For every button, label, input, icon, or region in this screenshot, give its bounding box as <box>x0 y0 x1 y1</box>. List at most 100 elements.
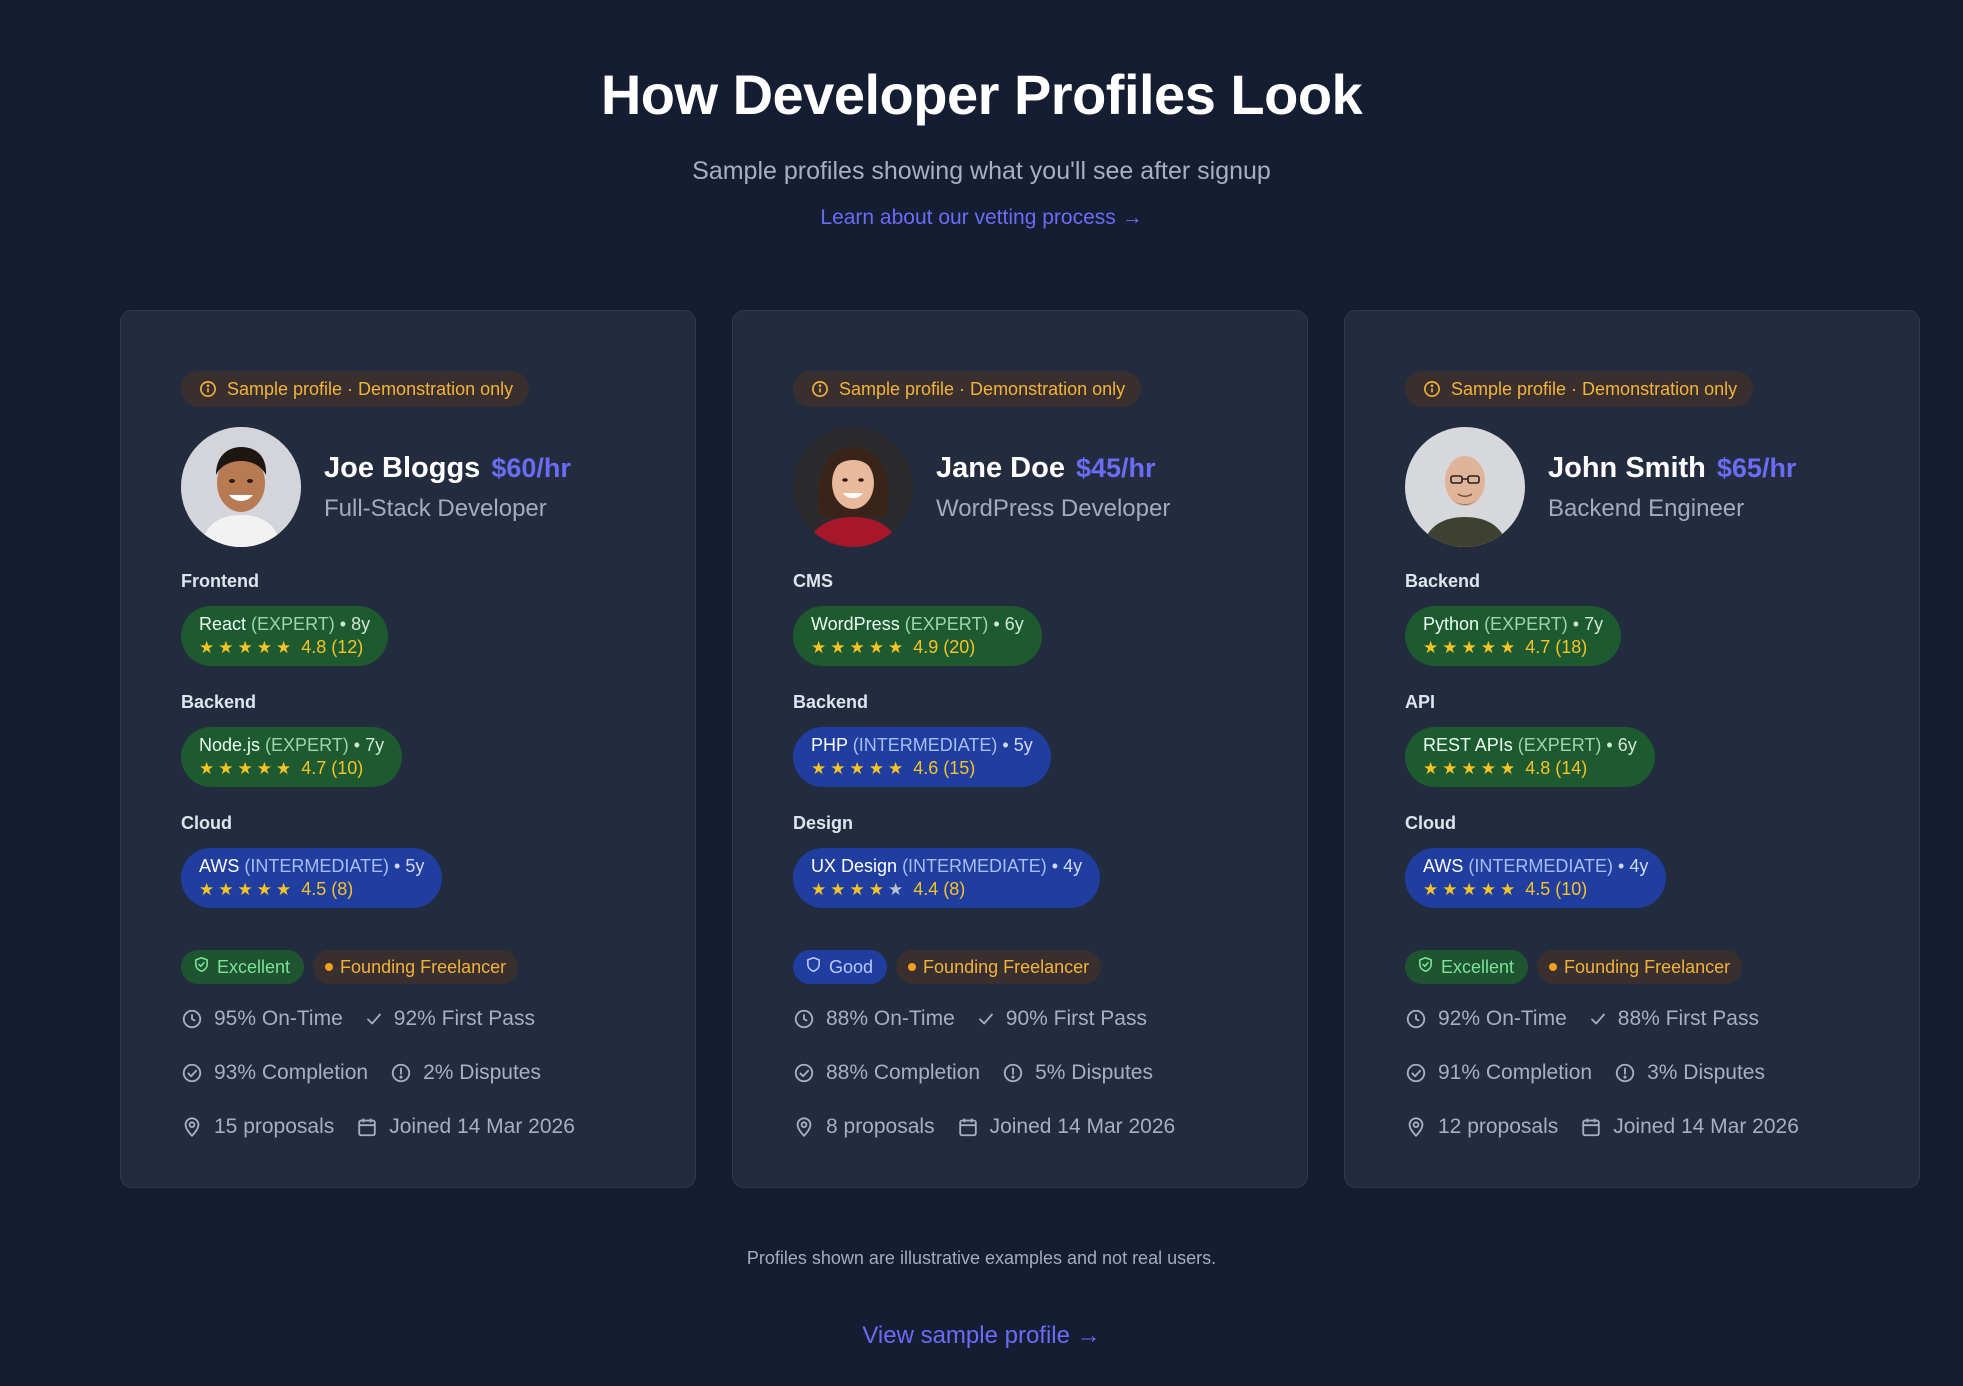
stats-row: 93% Completion 2% Disputes <box>181 1058 695 1088</box>
skill-chip[interactable]: AWS (INTERMEDIATE) • 4y ★★★★★ 4.5 (10) <box>1405 848 1667 908</box>
skill-chip[interactable]: Python (EXPERT) • 7y ★★★★★ 4.7 (18) <box>1405 606 1622 666</box>
developer-name[interactable]: Joe Bloggs <box>324 452 480 485</box>
view-sample-profile-link[interactable]: View sample profile → <box>0 1322 1963 1350</box>
skill-group: Design UX Design (INTERMEDIATE) • 4y ★★★★★… <box>793 813 1307 908</box>
clock-icon <box>1405 1008 1427 1030</box>
skill-chip[interactable]: Node.js (EXPERT) • 7y ★★★★★ 4.7 (10) <box>181 727 403 787</box>
founder-label: Founding Freelancer <box>923 956 1090 977</box>
shield-icon <box>1417 956 1434 978</box>
skill-chip[interactable]: AWS (INTERMEDIATE) • 5y ★★★★★ 4.5 (8) <box>181 848 443 908</box>
skill-years: 6y <box>1617 735 1637 755</box>
skill-name: WordPress <box>811 614 900 634</box>
name-block: Joe Bloggs $60/hr Full-Stack Developer <box>324 452 571 523</box>
page-subtitle: Sample profiles showing what you'll see … <box>692 157 1271 185</box>
skill-chip[interactable]: PHP (INTERMEDIATE) • 5y ★★★★★ 4.6 (15) <box>793 727 1051 787</box>
disputes-stat: 3% Disputes <box>1614 1061 1765 1085</box>
calendar-icon <box>957 1116 979 1138</box>
first-pass-stat: 92% First Pass <box>365 1007 535 1031</box>
developer-role: Backend Engineer <box>1548 494 1745 522</box>
skill-separator: • <box>1002 735 1009 755</box>
skill-level: (EXPERT) <box>251 614 335 634</box>
disclaimer-note: Profiles shown are illustrative examples… <box>746 1248 1217 1268</box>
stats-row: 15 proposals Joined 14 Mar 2026 <box>181 1112 695 1142</box>
shield-icon <box>193 956 210 978</box>
skill-level: (INTERMEDIATE) <box>1468 856 1614 876</box>
map-pin-icon <box>1405 1116 1427 1138</box>
avatar[interactable] <box>1405 427 1525 547</box>
on-time-stat: 88% On-Time <box>793 1007 955 1031</box>
profile-header: Joe Bloggs $60/hr Full-Stack Developer <box>181 427 695 547</box>
skill-category-label: CMS <box>793 571 833 591</box>
skill-group: Backend PHP (INTERMEDIATE) • 5y ★★★★★ 4.6 (… <box>793 692 1307 787</box>
hourly-rate: $65/hr <box>1716 452 1797 483</box>
skill-level: (EXPERT) <box>265 735 349 755</box>
joined-stat: Joined 14 Mar 2026 <box>1580 1115 1799 1139</box>
skill-level: (EXPERT) <box>1517 735 1602 755</box>
skill-separator: • <box>993 614 1000 634</box>
skill-group: Backend Python (EXPERT) • 7y ★★★★★ 4.7 (18) <box>1405 571 1919 666</box>
proposals-stat: 15 proposals <box>181 1115 334 1139</box>
map-pin-icon <box>793 1116 815 1138</box>
on-time-stat: 95% On-Time <box>181 1007 343 1031</box>
badge-row: Excellent Founding Freelancer <box>181 950 695 984</box>
map-pin-icon <box>181 1116 203 1138</box>
skill-category-label: Cloud <box>1405 813 1456 833</box>
skill-level: (EXPERT) <box>904 614 989 634</box>
skill-rating: 4.7 (10) <box>301 758 364 778</box>
skill-level: (INTERMEDIATE) <box>244 856 390 876</box>
skill-years: 7y <box>365 735 385 755</box>
skill-rating: 4.7 (18) <box>1525 637 1588 657</box>
developer-name[interactable]: Jane Doe <box>936 452 1065 485</box>
profile-card[interactable]: Sample profile · Demonstration only Jane… <box>732 310 1308 1188</box>
developer-name[interactable]: John Smith <box>1548 452 1706 485</box>
skill-category-label: Frontend <box>181 571 259 591</box>
skill-chip[interactable]: React (EXPERT) • 8y ★★★★★ 4.8 (12) <box>181 606 389 666</box>
dot-icon <box>908 963 917 971</box>
founder-label: Founding Freelancer <box>340 956 507 977</box>
skill-name: AWS <box>199 856 240 876</box>
dot-icon <box>1549 963 1558 971</box>
alert-circle-icon <box>1002 1062 1024 1084</box>
star-rating-icon: ★★★★★ <box>1423 759 1520 778</box>
skill-category-label: Backend <box>793 692 869 712</box>
tier-badge: Excellent <box>1405 950 1529 984</box>
stats-row: 95% On-Time 92% First Pass <box>181 1004 695 1034</box>
profile-card[interactable]: Sample profile · Demonstration only Joe … <box>120 310 696 1188</box>
skill-chip[interactable]: WordPress (EXPERT) • 6y ★★★★★ 4.9 (20) <box>793 606 1042 666</box>
check-icon <box>1589 1010 1607 1028</box>
skill-name: React <box>199 614 247 634</box>
star-rating-icon: ★★★★★ <box>199 759 296 778</box>
profile-card[interactable]: Sample profile · Demonstration only John… <box>1344 310 1920 1188</box>
tier-label: Excellent <box>1441 956 1515 977</box>
stats-row: 8 proposals Joined 14 Mar 2026 <box>793 1112 1307 1142</box>
sample-profile-badge: Sample profile · Demonstration only <box>1405 371 1754 407</box>
skill-separator: • <box>1618 856 1625 876</box>
sample-badge-label: Sample profile · Demonstration only <box>227 378 514 399</box>
skill-chip[interactable]: UX Design (INTERMEDIATE) • 4y ★★★★★ 4.4 (8… <box>793 848 1101 908</box>
skill-name: Python <box>1423 614 1480 634</box>
avatar[interactable] <box>793 427 913 547</box>
skill-level: (INTERMEDIATE) <box>902 856 1047 876</box>
badge-row: Good Founding Freelancer <box>793 950 1307 984</box>
stats-row: 12 proposals Joined 14 Mar 2026 <box>1405 1112 1919 1142</box>
skill-separator: • <box>1051 856 1059 876</box>
dot-icon <box>325 963 334 971</box>
skill-years: 4y <box>1063 856 1083 876</box>
vetting-process-link[interactable]: Learn about our vetting process → <box>0 206 1963 230</box>
clock-icon <box>793 1008 815 1030</box>
skill-chip[interactable]: REST APIs (EXPERT) • 6y ★★★★★ 4.8 (14) <box>1405 727 1655 787</box>
stats-row: 91% Completion 3% Disputes <box>1405 1058 1919 1088</box>
skill-years: 5y <box>405 856 425 876</box>
sample-profile-badge: Sample profile · Demonstration only <box>181 371 530 407</box>
proposals-stat: 8 proposals <box>793 1115 935 1139</box>
skill-group: Backend Node.js (EXPERT) • 7y ★★★★★ 4.7 (10… <box>181 692 695 787</box>
skill-rating: 4.8 (12) <box>301 637 364 657</box>
developer-role: Full-Stack Developer <box>324 494 547 522</box>
tier-label: Good <box>829 956 874 977</box>
star-rating-icon: ★★★★★ <box>199 638 296 657</box>
skill-category-label: Cloud <box>181 813 232 833</box>
sample-badge-label: Sample profile · Demonstration only <box>1451 378 1738 399</box>
avatar[interactable] <box>181 427 301 547</box>
star-rating-icon: ★★★★★ <box>811 880 908 899</box>
skill-name: PHP <box>811 735 848 755</box>
